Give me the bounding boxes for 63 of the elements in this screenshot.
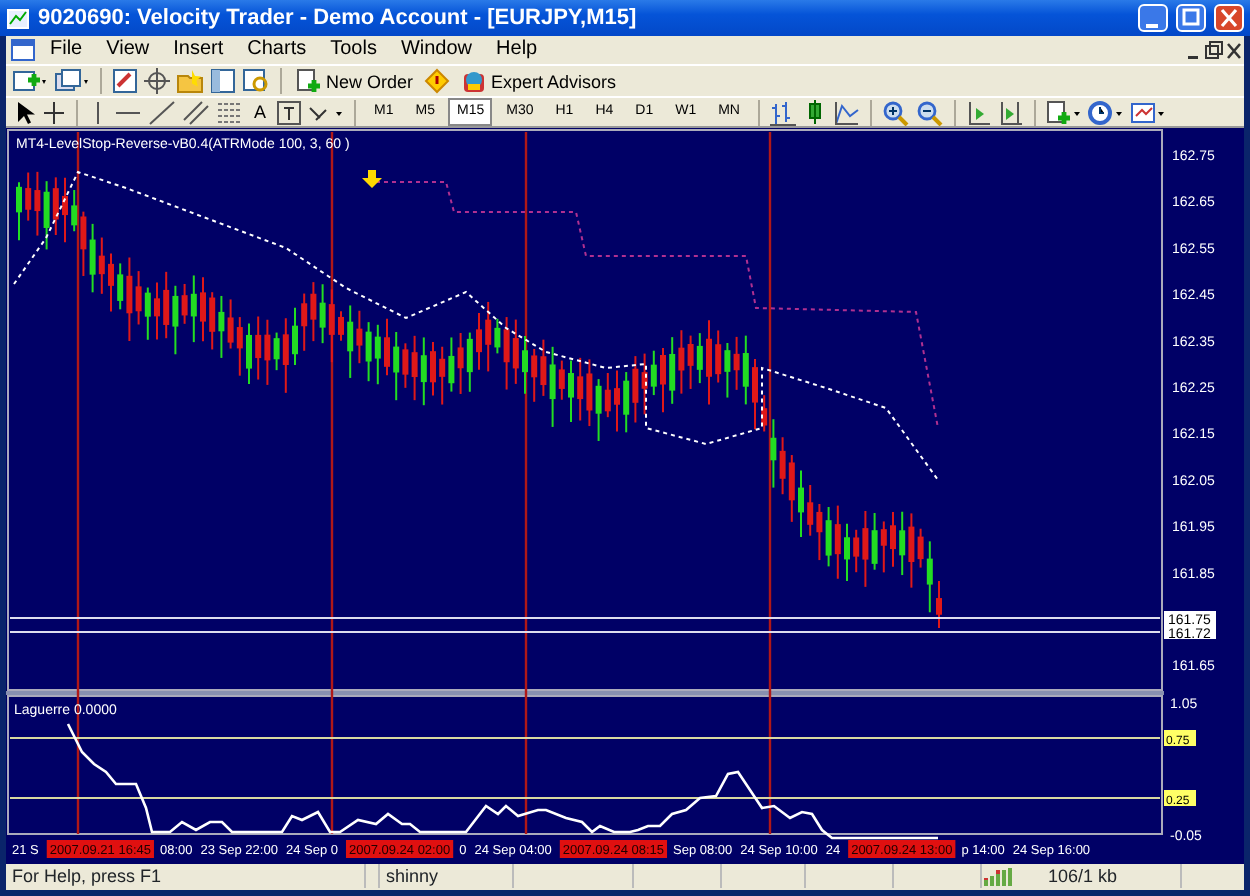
candle xyxy=(292,307,298,367)
restore-icon[interactable] xyxy=(1204,37,1224,64)
cursor-icon[interactable] xyxy=(12,99,36,126)
candle xyxy=(798,470,804,539)
document-plus-icon[interactable] xyxy=(296,68,322,95)
candle xyxy=(752,358,758,432)
new-chart-icon[interactable] xyxy=(12,68,48,95)
candle xyxy=(154,282,160,342)
candle xyxy=(430,341,436,398)
crosshair-icon[interactable] xyxy=(42,99,66,126)
traffic-counter: 106/1 kb xyxy=(1042,864,1182,889)
maximize-icon[interactable] xyxy=(1182,5,1200,31)
profile-name: shinny xyxy=(380,864,514,889)
trendline-icon[interactable] xyxy=(148,99,176,126)
folder-icon[interactable] xyxy=(176,68,204,95)
menu-item[interactable]: Insert xyxy=(161,36,236,65)
menu-item[interactable]: File xyxy=(38,36,95,65)
signal-arrow-icon xyxy=(362,170,382,189)
new-order-button[interactable]: New Order xyxy=(292,67,418,96)
menu-item[interactable]: Tools xyxy=(318,36,389,65)
text-label-icon[interactable] xyxy=(276,99,303,126)
candle xyxy=(108,253,114,314)
connection-bars-icon[interactable] xyxy=(982,863,1014,890)
candle xyxy=(476,312,482,372)
candle xyxy=(660,347,666,415)
maximize-button[interactable] xyxy=(1176,4,1206,32)
candle xyxy=(844,523,850,583)
app-icon[interactable] xyxy=(6,5,30,31)
zoom-out-icon[interactable] xyxy=(915,99,944,126)
candle xyxy=(246,323,252,386)
channel-icon[interactable] xyxy=(182,99,210,126)
candle xyxy=(522,335,528,396)
clock-icon[interactable] xyxy=(1087,99,1124,126)
bar-chart-icon[interactable] xyxy=(769,99,796,126)
candle xyxy=(62,177,68,245)
chart-shift-icon[interactable] xyxy=(997,99,1024,126)
candle xyxy=(706,320,712,407)
text-tool-button[interactable]: A xyxy=(250,98,271,127)
candle xyxy=(384,318,390,378)
window-title: 9020690: Velocity Trader - Demo Account - [EURJPY,M15] xyxy=(38,3,637,34)
chart-window-icon[interactable] xyxy=(10,37,38,64)
profiles-icon[interactable] xyxy=(54,68,90,95)
menu-item[interactable]: Window xyxy=(388,36,485,65)
candle xyxy=(890,511,896,569)
status-text: For Help, press F1 xyxy=(6,864,366,889)
indicators-icon[interactable] xyxy=(1045,99,1082,126)
line-chart-icon[interactable] xyxy=(833,99,860,126)
expert-advisors-button[interactable]: Expert Advisors xyxy=(455,67,621,96)
close-button[interactable] xyxy=(1214,4,1244,32)
menu-item[interactable]: View xyxy=(94,36,162,65)
candle xyxy=(16,182,22,243)
minimize-button[interactable] xyxy=(1138,4,1168,32)
candle xyxy=(200,277,206,344)
candle xyxy=(338,311,344,343)
menu-item[interactable]: Charts xyxy=(235,36,319,65)
candle xyxy=(936,580,942,630)
crosshair-icon[interactable] xyxy=(144,68,170,95)
candle xyxy=(614,370,620,434)
warning-icon[interactable] xyxy=(423,68,450,95)
auto-scroll-icon[interactable] xyxy=(965,99,992,126)
candle xyxy=(568,360,574,424)
menu-item[interactable]: Help xyxy=(484,36,550,65)
templates-icon[interactable] xyxy=(1129,99,1166,126)
